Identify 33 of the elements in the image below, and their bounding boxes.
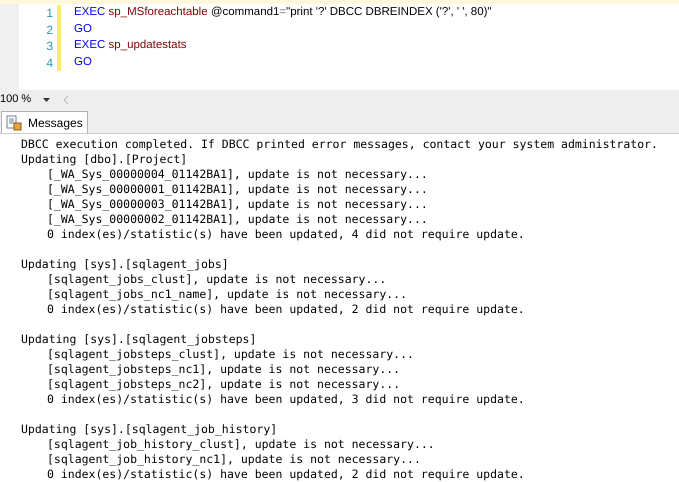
messages-icon xyxy=(6,114,22,130)
message-line: [sqlagent_jobsteps_nc2], update is not necessary... xyxy=(46,377,402,392)
message-line: [_WA_Sys_00000001_01142BA1], update is not necessary... xyxy=(46,182,429,197)
message-line: [sqlagent_job_history_nc1], update is not necessary... xyxy=(46,452,422,467)
message-line: [_WA_Sys_00000003_01142BA1], update is not necessary... xyxy=(46,197,429,212)
message-line: Updating [sys].[sqlagent_jobs] xyxy=(21,257,230,272)
message-line: 0 index(es)/statistic(s) have been updated, 4 did not require update. xyxy=(46,227,526,242)
line-number: 3 xyxy=(45,40,53,52)
message-line: 0 index(es)/statistic(s) have been updated, 2 did not require update. xyxy=(46,302,526,317)
code-line: EXEC sp_MSforeachtable @command1="print '?' DBCC DBREINDEX ('?', ' ', 80)" xyxy=(74,7,492,19)
code-line: EXEC sp_updatestats xyxy=(74,40,187,52)
message-line: [_WA_Sys_00000002_01142BA1], update is not necessary... xyxy=(46,212,429,227)
messages-tab[interactable]: Messages xyxy=(1,111,88,133)
message-line: [sqlagent_job_history_clust], update is not necessary... xyxy=(46,437,436,452)
message-line: [sqlagent_jobs_clust], update is not necessary... xyxy=(46,272,388,287)
scroll-left-icon[interactable] xyxy=(64,96,69,104)
message-line: 0 index(es)/statistic(s) have been updated, 3 did not require update. xyxy=(46,392,526,407)
message-line: 0 index(es)/statistic(s) have been updated, 2 did not require update. xyxy=(46,467,526,482)
message-line: [_WA_Sys_00000004_01142BA1], update is not necessary... xyxy=(46,167,429,182)
message-line: Updating [sys].[sqlagent_jobsteps] xyxy=(21,332,258,347)
message-line: DBCC execution completed. If DBCC printed error messages, contact your system administrator. xyxy=(21,137,659,152)
line-number: 1 xyxy=(45,7,53,20)
dropdown-arrow-icon xyxy=(43,98,50,102)
code-line: GO xyxy=(74,56,92,68)
message-line: [sqlagent_jobsteps_clust], update is not necessary... xyxy=(46,347,415,362)
message-line: Updating [dbo].[Project] xyxy=(21,152,188,167)
code-editor[interactable]: 1 EXEC sp_MSforeachtable @command1="print '?' DBCC DBREINDEX ('?', ' ', 80)" 2 GO 3 EXEC sp_updatestats 4 GO xyxy=(0,4,679,90)
message-line: [sqlagent_jobsteps_nc1], update is not necessary... xyxy=(46,362,402,377)
line-number: 2 xyxy=(45,24,53,36)
code-line: GO xyxy=(74,24,92,36)
line-number: 4 xyxy=(45,56,53,69)
message-line: Updating [sys].[sqlagent_job_history] xyxy=(21,422,278,437)
message-line: [sqlagent_jobs_nc1_name], update is not necessary... xyxy=(46,287,408,302)
